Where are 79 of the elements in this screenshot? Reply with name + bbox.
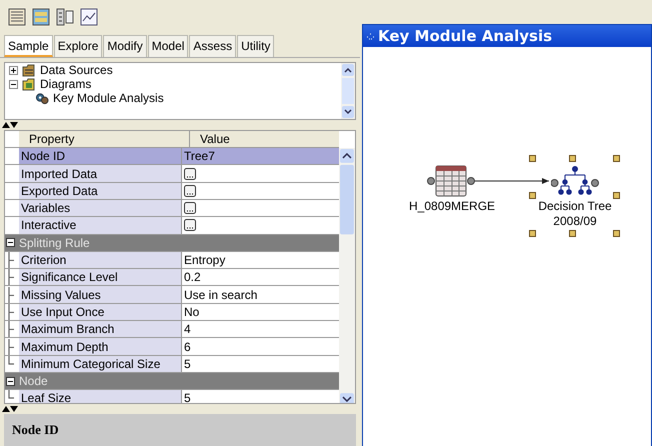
property-name: Node ID (21, 149, 66, 164)
property-name: Minimum Categorical Size (21, 356, 160, 371)
group-toggle-icon[interactable] (6, 376, 15, 386)
property-row[interactable]: Leaf Size 5 (5, 390, 340, 404)
group-toggle-icon[interactable] (6, 238, 15, 248)
property-name: Missing Values (21, 288, 101, 302)
property-value: 5 (184, 356, 191, 371)
property-name: Significance Level (21, 270, 118, 284)
selection-handle[interactable] (529, 230, 536, 237)
selection-handle[interactable] (613, 230, 620, 237)
property-row[interactable]: Node ID Tree7 (5, 148, 340, 166)
description-title: Node ID (12, 422, 59, 437)
property-name: Interactive (21, 218, 76, 232)
tree-item[interactable]: Diagrams (40, 77, 92, 92)
node-label: H_0809MERGE (409, 199, 493, 214)
column-header[interactable]: Value (190, 130, 340, 148)
ellipsis-icon[interactable] (184, 202, 196, 214)
chart-icon[interactable] (80, 8, 98, 26)
property-row[interactable]: Minimum Categorical Size 5 (5, 356, 340, 373)
selection-handle[interactable] (529, 192, 536, 199)
tree-item[interactable]: Key Module Analysis (53, 91, 164, 106)
property-value: Entropy (184, 253, 226, 268)
property-value: 5 (184, 391, 191, 404)
grip-icon (366, 31, 376, 41)
tab[interactable]: Sample (4, 35, 53, 58)
property-row[interactable]: Interactive (5, 217, 340, 235)
selection-handle[interactable] (613, 192, 620, 199)
tab[interactable]: Utility (237, 35, 274, 58)
property-name: Criterion (21, 253, 66, 268)
tree-item[interactable]: Data Sources (40, 63, 113, 78)
tab[interactable]: Assess (189, 35, 236, 58)
decision-tree-node-icon[interactable] (551, 165, 599, 197)
ellipsis-icon[interactable] (184, 219, 196, 232)
property-name: Maximum Branch (21, 322, 114, 336)
scrollbar[interactable] (341, 63, 355, 120)
property-value: Use in search (184, 288, 258, 302)
property-row[interactable]: Exported Data (5, 182, 340, 200)
folder-icon (22, 64, 36, 77)
selection-handle[interactable] (613, 155, 620, 162)
columns-icon[interactable] (56, 8, 74, 26)
property-value: 0.2 (184, 270, 201, 284)
tab[interactable]: Explore (54, 35, 102, 58)
data-table-node-icon[interactable] (427, 165, 475, 197)
property-row[interactable]: Missing Values Use in search (5, 286, 340, 304)
selection-handle[interactable] (569, 230, 576, 237)
property-name: Maximum Depth (21, 340, 108, 354)
property-row[interactable]: Imported Data (5, 165, 340, 183)
property-row[interactable]: Significance Level 0.2 (5, 269, 340, 286)
tab[interactable]: Model (148, 35, 188, 58)
scrollbar[interactable] (339, 148, 355, 404)
property-name: Imported Data (21, 166, 98, 181)
node-label: Decision Tree 2008/09 (537, 199, 613, 229)
property-value: 4 (184, 322, 191, 336)
property-name: Leaf Size (21, 391, 72, 404)
splitter-arrows-icon[interactable] (2, 405, 18, 414)
property-value: Tree7 (184, 149, 215, 164)
property-row[interactable]: Criterion Entropy (5, 252, 340, 270)
property-row[interactable]: Use Input Once No (5, 304, 340, 322)
property-row[interactable]: Maximum Branch 4 (5, 321, 340, 338)
ellipsis-icon[interactable] (184, 168, 196, 180)
property-row[interactable]: Maximum Depth 6 (5, 338, 340, 356)
property-row[interactable]: Variables (5, 200, 340, 218)
diagram-folder-icon (22, 78, 36, 91)
property-name: Use Input Once (21, 304, 104, 319)
selection-handle[interactable] (569, 155, 576, 162)
tree-toggle-icon[interactable] (9, 66, 18, 75)
property-name: Exported Data (21, 184, 98, 198)
column-header[interactable]: Property (19, 130, 190, 148)
table-icon[interactable] (8, 8, 26, 26)
property-value: 6 (184, 340, 191, 354)
selection-handle[interactable] (529, 155, 536, 162)
tree-line-icon (8, 390, 14, 400)
ellipsis-icon[interactable] (184, 184, 196, 197)
tab[interactable]: Modify (103, 35, 147, 58)
property-name: Variables (21, 201, 70, 216)
property-value: No (184, 304, 200, 319)
splitter-arrows-icon[interactable] (2, 120, 18, 129)
window-title: Key Module Analysis (378, 27, 552, 45)
tree-toggle-icon[interactable] (9, 80, 18, 89)
